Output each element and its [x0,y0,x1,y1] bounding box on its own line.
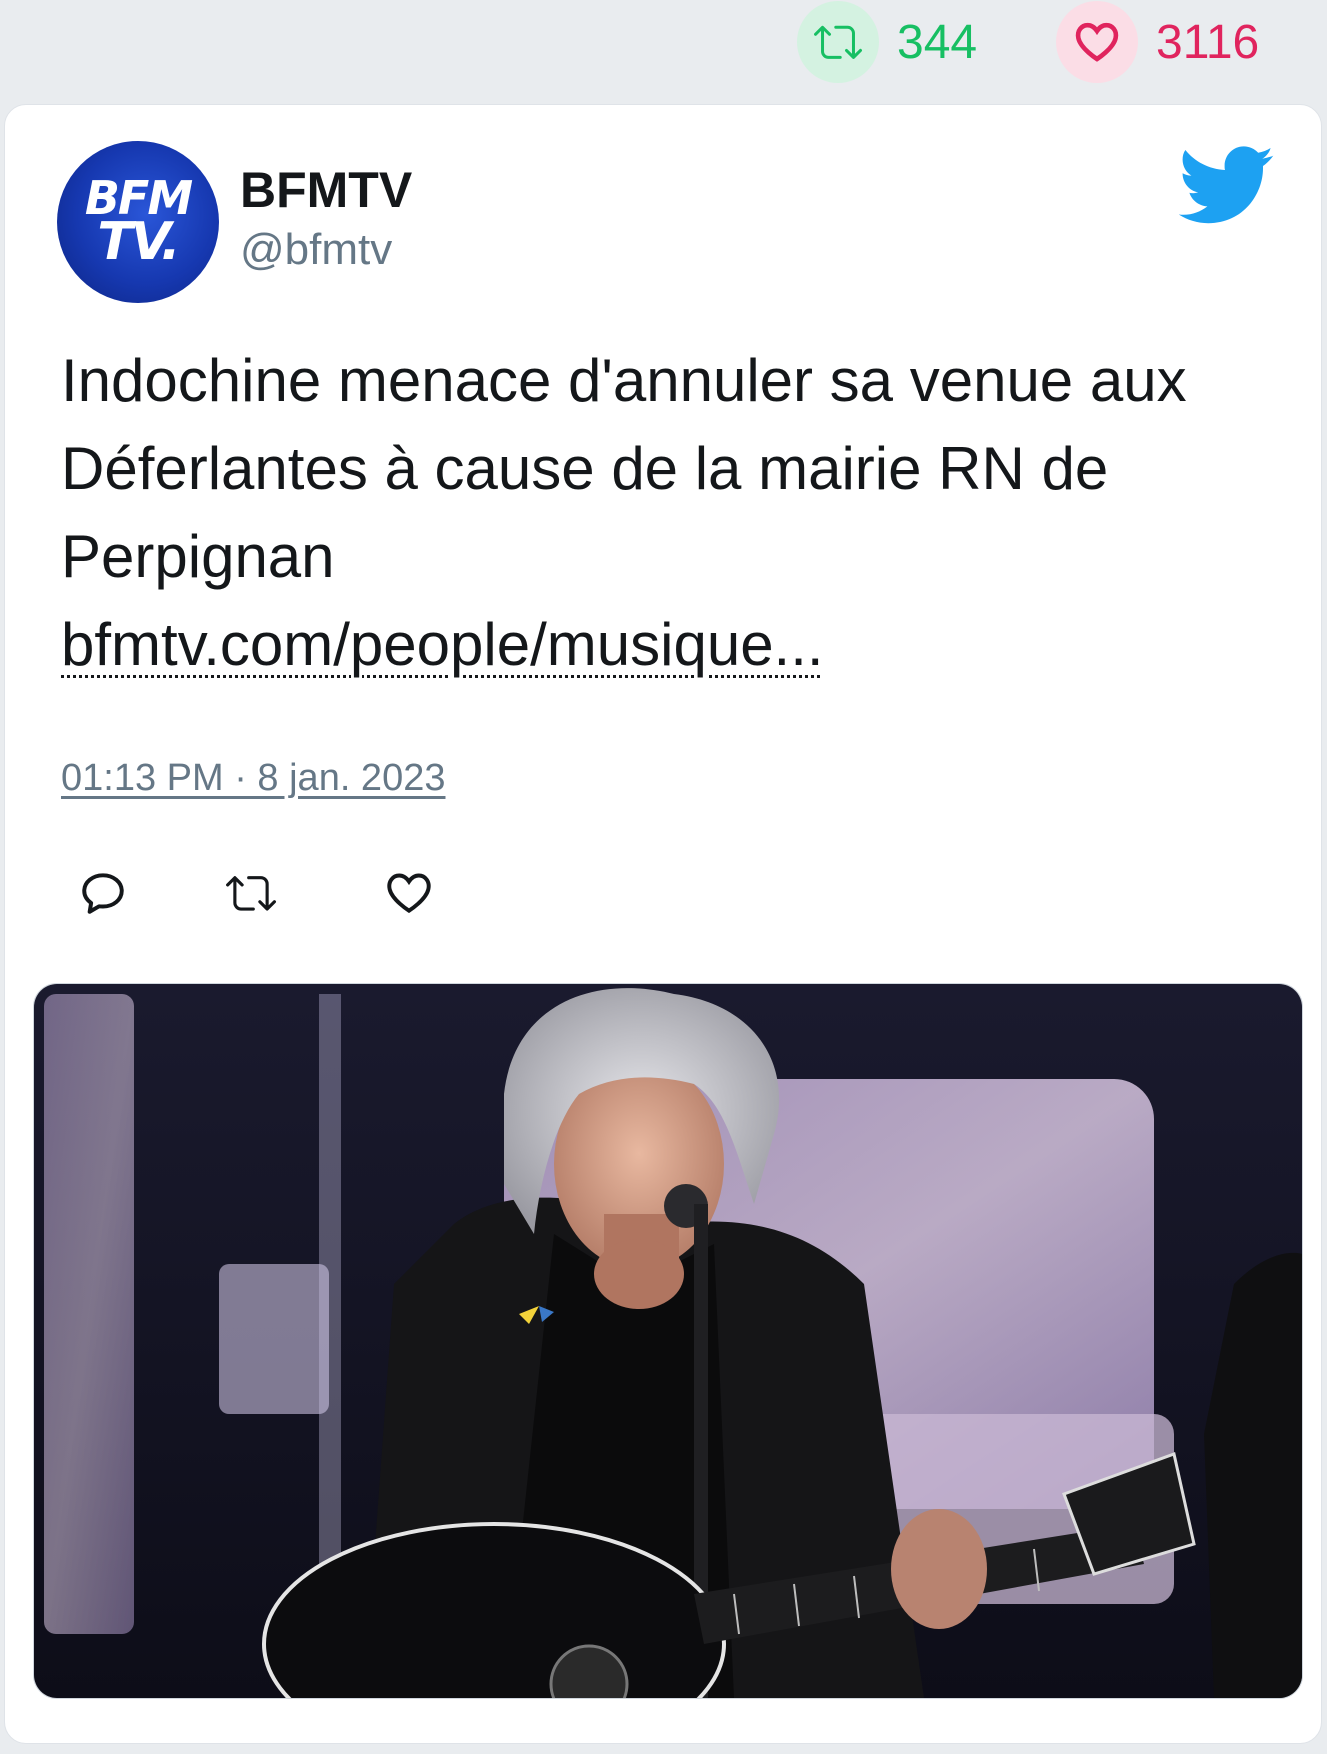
avatar[interactable]: BFM TV. [57,141,219,303]
tweet-media-photo[interactable] [33,983,1303,1699]
tweet-card: BFM TV. BFMTV @bfmtv Indochine menace d'… [4,104,1322,1744]
tweet-timestamp[interactable]: 01:13 PM · 8 jan. 2023 [61,757,445,800]
heart-icon [1056,1,1138,83]
concert-photo [34,984,1302,1698]
like-count-stat: 3116 [1056,1,1260,83]
user-handle[interactable]: @bfmtv [240,225,392,275]
like-button[interactable] [381,865,437,921]
retweet-icon [226,876,276,911]
reply-button[interactable] [75,865,131,921]
like-count: 3116 [1156,15,1260,69]
engagement-stats: 344 3116 [0,0,1327,100]
like-icon [387,873,431,914]
retweet-icon [797,1,879,83]
tweet-link[interactable]: bfmtv.com/people/musique... [61,601,824,689]
tweet-text: Indochine menace d'annuler sa venue aux … [61,347,1187,590]
retweet-count: 344 [897,15,978,69]
display-name[interactable]: BFMTV [240,161,412,219]
retweet-button[interactable] [223,865,279,921]
twitter-bird-icon[interactable] [1178,145,1275,227]
avatar-logo-line2: TV. [97,212,180,273]
retweet-count-stat: 344 [797,1,978,83]
reply-icon [82,873,124,914]
